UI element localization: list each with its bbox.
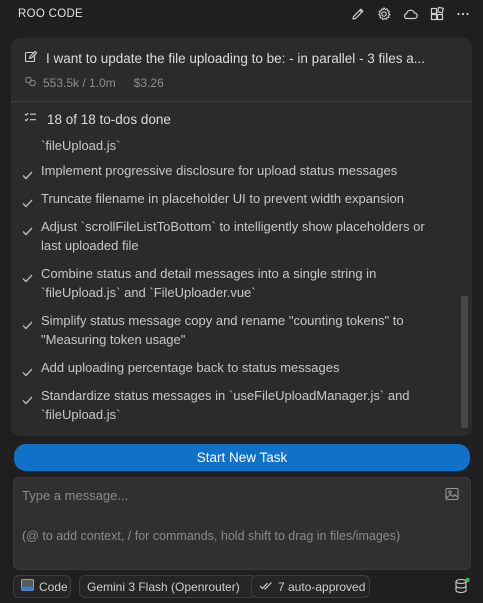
mode-selector[interactable]: Code bbox=[13, 575, 71, 598]
double-check-icon bbox=[259, 580, 273, 594]
todo-item: Combine status and detail messages into … bbox=[22, 264, 442, 302]
todo-item: Truncate filename in placeholder UI to p… bbox=[22, 189, 442, 213]
checklist-icon bbox=[24, 111, 37, 127]
todo-item: Implement progressive disclosure for upl… bbox=[22, 161, 442, 185]
task-divider bbox=[11, 101, 472, 102]
todo-item: Add uploading percentage back to status … bbox=[22, 358, 442, 382]
model-label: Gemini 3 Flash (Openrouter) bbox=[87, 579, 240, 594]
bottom-toolbar: Code Gemini 3 Flash (Openrouter) 7 auto-… bbox=[13, 575, 473, 599]
header-toolbar bbox=[350, 6, 471, 22]
tokens-icon bbox=[24, 75, 37, 91]
message-composer[interactable]: Type a message... (@ to add context, / f… bbox=[13, 477, 471, 570]
task-cost: $3.26 bbox=[133, 76, 164, 90]
start-new-task-button[interactable]: Start New Task bbox=[14, 444, 470, 471]
todo-scrollbar[interactable] bbox=[461, 296, 468, 428]
database-status-icon[interactable] bbox=[453, 577, 471, 600]
model-selector[interactable]: Gemini 3 Flash (Openrouter) bbox=[79, 575, 257, 598]
message-input-placeholder[interactable]: Type a message... bbox=[22, 488, 128, 503]
todo-item: Simplify status message copy and rename … bbox=[22, 311, 442, 349]
panel-header: ROO CODE bbox=[0, 0, 483, 28]
settings-gear-icon[interactable] bbox=[376, 6, 392, 22]
todo-item-text: Simplify status message copy and rename … bbox=[41, 313, 404, 347]
task-edit-icon bbox=[24, 50, 38, 67]
todo-item: Adjust `scrollFileListToBottom` to intel… bbox=[22, 217, 442, 255]
todo-item-text: Implement progressive disclosure for upl… bbox=[41, 163, 398, 178]
task-meta: 553.5k / 1.0m $3.26 bbox=[24, 75, 164, 91]
task-title-row: I want to update the file uploading to b… bbox=[24, 50, 464, 67]
todo-summary[interactable]: 18 of 18 to-dos done bbox=[24, 111, 171, 127]
todo-item-text: Adjust `scrollFileListToBottom` to intel… bbox=[41, 219, 425, 253]
mode-label: Code bbox=[39, 579, 68, 594]
more-icon[interactable] bbox=[455, 6, 471, 22]
check-icon bbox=[22, 386, 41, 410]
todo-item-text: Truncate filename in placeholder UI to p… bbox=[41, 191, 405, 206]
todo-item-text: Combine status and detail messages into … bbox=[41, 266, 377, 300]
token-usage: 553.5k / 1.0m bbox=[43, 76, 116, 90]
todo-item-text: Add uploading percentage back to status … bbox=[41, 360, 340, 375]
extensions-icon[interactable] bbox=[429, 6, 445, 22]
check-icon bbox=[22, 217, 41, 241]
check-icon bbox=[22, 189, 41, 213]
edit-icon[interactable] bbox=[350, 6, 366, 22]
todo-item-text: `fileUpload.js` bbox=[41, 138, 121, 153]
terminal-icon bbox=[21, 579, 34, 594]
todo-item: Standardize status messages in `useFileU… bbox=[22, 386, 442, 424]
check-icon bbox=[22, 311, 41, 335]
todo-item-partial: `fileUpload.js` bbox=[22, 136, 442, 155]
check-icon bbox=[22, 358, 41, 382]
task-title: I want to update the file uploading to b… bbox=[46, 51, 425, 66]
add-image-icon[interactable] bbox=[444, 486, 460, 507]
todo-summary-label: 18 of 18 to-dos done bbox=[47, 111, 171, 127]
task-card: I want to update the file uploading to b… bbox=[11, 38, 472, 436]
task-header[interactable]: I want to update the file uploading to b… bbox=[11, 38, 472, 102]
check-icon bbox=[22, 264, 41, 288]
panel-title: ROO CODE bbox=[18, 8, 84, 20]
cloud-icon[interactable] bbox=[402, 6, 419, 22]
check-icon bbox=[22, 161, 41, 185]
todo-item-text: Standardize status messages in `useFileU… bbox=[41, 388, 410, 422]
auto-approve-label: 7 auto-approved bbox=[278, 579, 366, 594]
composer-hint: (@ to add context, / for commands, hold … bbox=[22, 529, 401, 543]
auto-approve-toggle[interactable]: 7 auto-approved bbox=[251, 575, 370, 598]
